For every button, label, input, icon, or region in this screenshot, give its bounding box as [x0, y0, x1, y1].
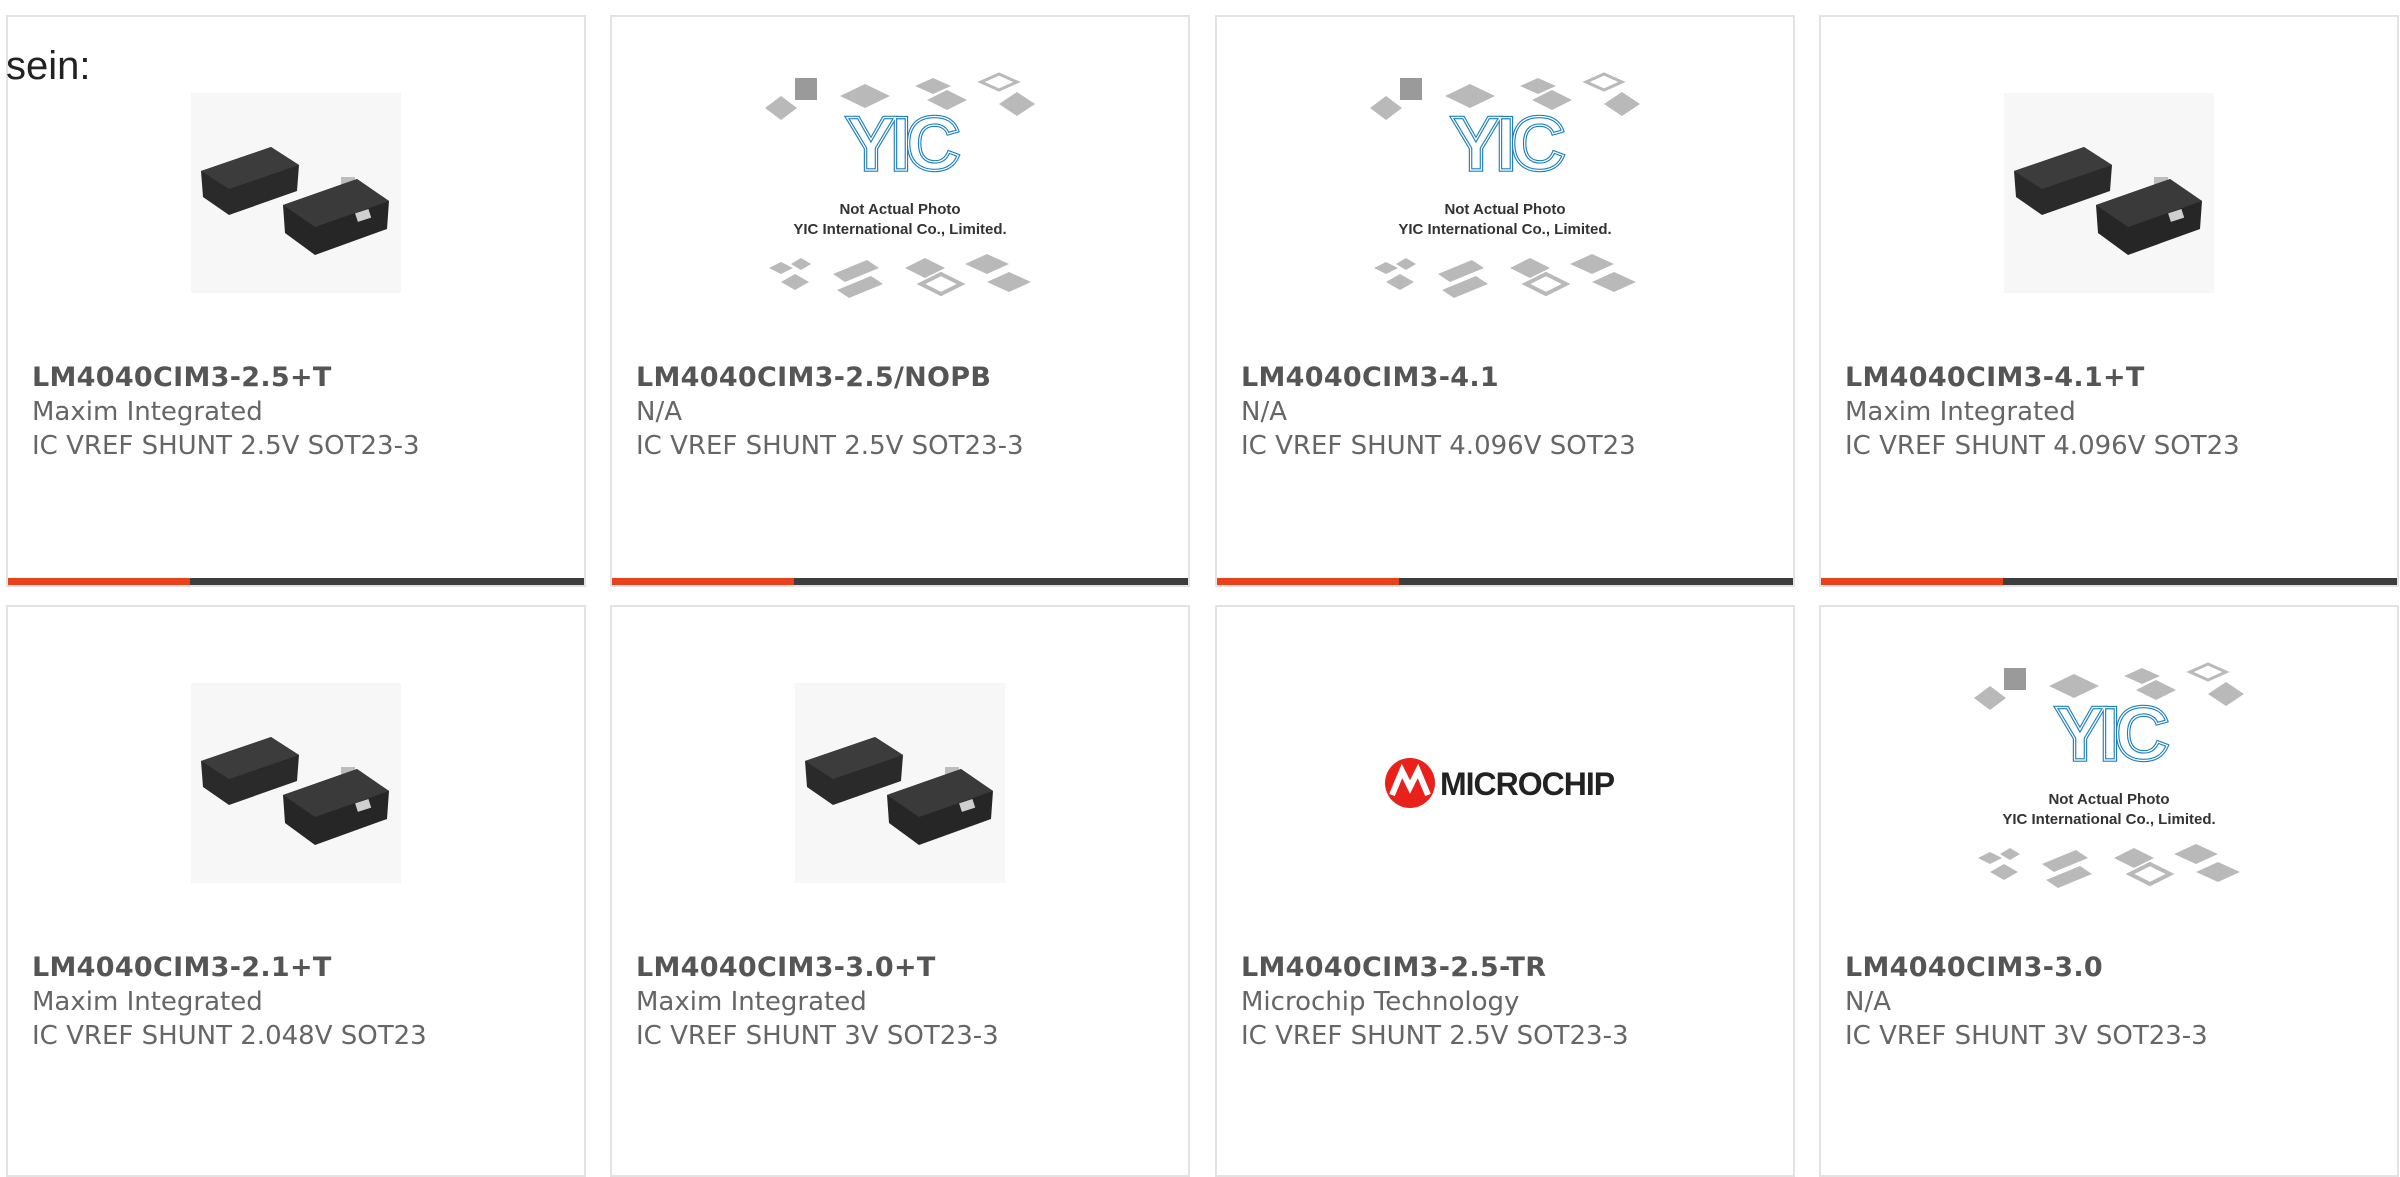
- product-info: LM4040CIM3-2.5-TR Microchip Technology IC …: [1241, 951, 1777, 1053]
- product-card[interactable]: LM4040CIM3-2.1+T Maxim Integrated IC VREF …: [6, 605, 586, 1177]
- manufacturer: Maxim Integrated: [32, 397, 263, 427]
- card-bar-accent: [1821, 578, 2003, 585]
- product-image[interactable]: YIC YIC Not Actual Photo YIC Internation…: [612, 65, 1188, 321]
- card-bar-accent: [612, 578, 794, 585]
- not-actual-photo-icon: YIC YIC Not Actual Photo YIC Internation…: [765, 72, 1035, 298]
- product-card[interactable]: YIC YIC Not Actual Photo YIC Internation…: [1215, 15, 1795, 587]
- part-number[interactable]: LM4040CIM3-2.1+T: [32, 951, 568, 985]
- product-card[interactable]: MICROCHIP LM4040CIM3-2.5-TR Microchip Tec…: [1215, 605, 1795, 1177]
- part-number[interactable]: LM4040CIM3-2.5+T: [32, 361, 568, 395]
- manufacturer: Microchip Technology: [1241, 987, 1520, 1017]
- card-bottom-bar: [1821, 578, 2397, 585]
- microchip-logo-icon: MICROCHIP: [1385, 758, 1616, 808]
- product-image[interactable]: YIC YIC Not Actual Photo YIC Internation…: [1217, 65, 1793, 321]
- part-number[interactable]: LM4040CIM3-3.0+T: [636, 951, 1172, 985]
- product-info: LM4040CIM3-4.1+T Maxim Integrated IC VREF …: [1845, 361, 2381, 463]
- manufacturer: Maxim Integrated: [1845, 397, 2076, 427]
- svg-text:YIC International Co., Limited: YIC International Co., Limited.: [1398, 221, 1611, 238]
- not-actual-photo-icon: YIC YIC Not Actual Photo YIC Internation…: [1974, 662, 2244, 888]
- sot23-chip-icon: [191, 683, 401, 883]
- card-bar-accent: [8, 578, 190, 585]
- card-bottom-bar: [612, 578, 1188, 585]
- product-image[interactable]: YIC YIC Not Actual Photo YIC Internation…: [1821, 655, 2397, 911]
- product-card[interactable]: LM4040CIM3-2.5+T Maxim Integrated IC VREF …: [6, 15, 586, 587]
- lead-text: sein:: [6, 44, 91, 88]
- description: IC VREF SHUNT 4.096V SOT23: [1845, 431, 2240, 461]
- card-bar-accent: [1217, 578, 1399, 585]
- sot23-chip-icon: [191, 93, 401, 293]
- svg-text:YIC International Co., Limited: YIC International Co., Limited.: [2002, 811, 2215, 828]
- part-number[interactable]: LM4040CIM3-3.0: [1845, 951, 2381, 985]
- card-bottom-bar: [8, 578, 584, 585]
- description: IC VREF SHUNT 2.5V SOT23-3: [636, 431, 1024, 461]
- manufacturer: Maxim Integrated: [636, 987, 867, 1017]
- card-bottom-bar: [1217, 578, 1793, 585]
- manufacturer: N/A: [636, 397, 682, 427]
- product-image[interactable]: [1821, 65, 2397, 321]
- product-info: LM4040CIM3-4.1 N/A IC VREF SHUNT 4.096V SO…: [1241, 361, 1777, 463]
- description: IC VREF SHUNT 2.048V SOT23: [32, 1021, 427, 1051]
- svg-text:Not Actual Photo: Not Actual Photo: [2048, 791, 2169, 808]
- description: IC VREF SHUNT 2.5V SOT23-3: [32, 431, 420, 461]
- sot23-chip-icon: [795, 683, 1005, 883]
- product-image[interactable]: [8, 65, 584, 321]
- product-info: LM4040CIM3-2.5/NOPB N/A IC VREF SHUNT 2.5V…: [636, 361, 1172, 463]
- manufacturer: Maxim Integrated: [32, 987, 263, 1017]
- part-number[interactable]: LM4040CIM3-2.5-TR: [1241, 951, 1777, 985]
- product-image[interactable]: [612, 655, 1188, 911]
- product-card[interactable]: LM4040CIM3-4.1+T Maxim Integrated IC VREF …: [1819, 15, 2399, 587]
- product-info: LM4040CIM3-3.0 N/A IC VREF SHUNT 3V SOT23-…: [1845, 951, 2381, 1053]
- product-grid: LM4040CIM3-2.5+T Maxim Integrated IC VREF …: [0, 0, 2400, 1177]
- description: IC VREF SHUNT 4.096V SOT23: [1241, 431, 1636, 461]
- svg-text:Not Actual Photo: Not Actual Photo: [1444, 201, 1565, 218]
- svg-text:MICROCHIP: MICROCHIP: [1440, 766, 1615, 802]
- part-number[interactable]: LM4040CIM3-4.1+T: [1845, 361, 2381, 395]
- product-image[interactable]: MICROCHIP: [1217, 655, 1793, 911]
- sot23-chip-icon: [2004, 93, 2214, 293]
- product-card[interactable]: LM4040CIM3-3.0+T Maxim Integrated IC VREF …: [610, 605, 1190, 1177]
- description: IC VREF SHUNT 3V SOT23-3: [1845, 1021, 2208, 1051]
- manufacturer: N/A: [1241, 397, 1287, 427]
- svg-text:YIC: YIC: [1451, 102, 1564, 187]
- description: IC VREF SHUNT 2.5V SOT23-3: [1241, 1021, 1629, 1051]
- svg-text:YIC International Co., Limited: YIC International Co., Limited.: [793, 221, 1006, 238]
- product-info: LM4040CIM3-2.1+T Maxim Integrated IC VREF …: [32, 951, 568, 1053]
- product-card[interactable]: YIC YIC Not Actual Photo YIC Internation…: [610, 15, 1190, 587]
- product-info: LM4040CIM3-3.0+T Maxim Integrated IC VREF …: [636, 951, 1172, 1053]
- description: IC VREF SHUNT 3V SOT23-3: [636, 1021, 999, 1051]
- not-actual-photo-icon: YIC YIC Not Actual Photo YIC Internation…: [1370, 72, 1640, 298]
- part-number[interactable]: LM4040CIM3-4.1: [1241, 361, 1777, 395]
- product-info: LM4040CIM3-2.5+T Maxim Integrated IC VREF …: [32, 361, 568, 463]
- svg-text:Not Actual Photo: Not Actual Photo: [839, 201, 960, 218]
- svg-text:YIC: YIC: [2055, 692, 2168, 777]
- part-number[interactable]: LM4040CIM3-2.5/NOPB: [636, 361, 1172, 395]
- product-card[interactable]: YIC YIC Not Actual Photo YIC Internation…: [1819, 605, 2399, 1177]
- product-image[interactable]: [8, 655, 584, 911]
- svg-text:YIC: YIC: [846, 102, 959, 187]
- manufacturer: N/A: [1845, 987, 1891, 1017]
